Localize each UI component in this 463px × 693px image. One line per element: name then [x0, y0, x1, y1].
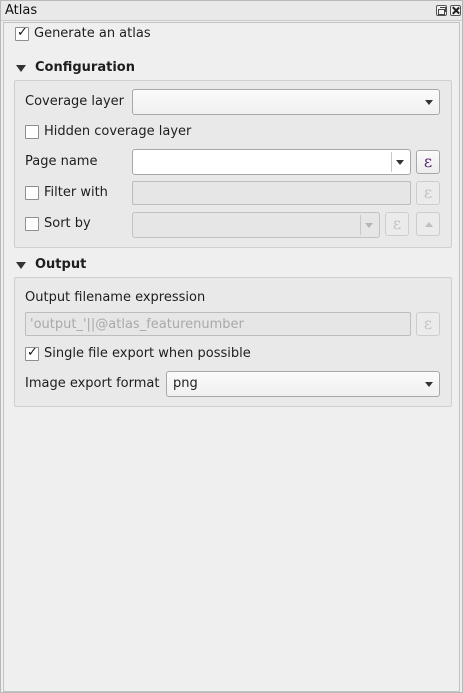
sort-expression-icon[interactable]: ε	[385, 212, 409, 236]
chevron-down-icon	[425, 100, 433, 105]
sort-by-checkbox[interactable]	[25, 217, 39, 231]
output-filename-input[interactable]: 'output_'||@atlas_featurenumber	[25, 312, 411, 336]
dock-title: Atlas	[5, 3, 38, 18]
filter-with-checkbox[interactable]	[25, 186, 39, 200]
chevron-down-icon	[425, 382, 433, 387]
close-dock-icon[interactable]	[450, 5, 461, 16]
dock-titlebar[interactable]: Atlas	[1, 1, 462, 21]
image-format-value: png	[173, 376, 198, 391]
atlas-dock-panel: Atlas Generate an atlas Configuration Co…	[0, 0, 463, 693]
sort-ascending-button[interactable]	[416, 212, 440, 236]
hidden-coverage-checkbox[interactable]	[25, 125, 39, 139]
output-filename-expression-icon[interactable]: ε	[416, 312, 440, 336]
coverage-layer-label: Coverage layer	[25, 94, 125, 109]
output-filename-label: Output filename expression	[25, 290, 206, 305]
single-file-export-checkbox[interactable]	[25, 345, 39, 361]
image-format-label: Image export format	[25, 376, 160, 391]
chevron-down-icon	[365, 223, 373, 228]
image-format-select[interactable]: png	[166, 371, 440, 397]
output-collapse-icon[interactable]	[16, 262, 26, 269]
configuration-title[interactable]: Configuration	[35, 60, 135, 75]
output-title[interactable]: Output	[35, 257, 86, 272]
generate-atlas-checkbox[interactable]	[15, 25, 29, 41]
output-filename-value: 'output_'||@atlas_featurenumber	[30, 317, 244, 332]
page-name-label: Page name	[25, 154, 98, 169]
filter-expression-input[interactable]	[132, 181, 411, 205]
float-dock-icon[interactable]	[436, 5, 447, 16]
output-group: Output filename expression 'output_'||@a…	[14, 277, 452, 407]
single-file-export-label[interactable]: Single file export when possible	[44, 346, 251, 361]
filter-expression-icon[interactable]: ε	[416, 181, 440, 205]
filter-with-label[interactable]: Filter with	[44, 185, 108, 200]
page-name-expression-icon[interactable]: ε	[416, 150, 440, 174]
coverage-layer-select[interactable]	[132, 89, 440, 115]
atlas-panel-body: Generate an atlas Configuration Coverage…	[3, 22, 460, 692]
sort-by-select[interactable]	[132, 212, 380, 238]
generate-atlas-label[interactable]: Generate an atlas	[34, 26, 151, 41]
arrow-up-icon	[425, 222, 433, 227]
chevron-down-icon	[396, 160, 404, 165]
configuration-group: Coverage layer Hidden coverage layer Pag…	[14, 80, 452, 248]
hidden-coverage-label[interactable]: Hidden coverage layer	[44, 124, 191, 139]
page-name-input[interactable]	[132, 149, 411, 175]
configuration-collapse-icon[interactable]	[16, 65, 26, 72]
sort-by-label[interactable]: Sort by	[44, 216, 91, 231]
